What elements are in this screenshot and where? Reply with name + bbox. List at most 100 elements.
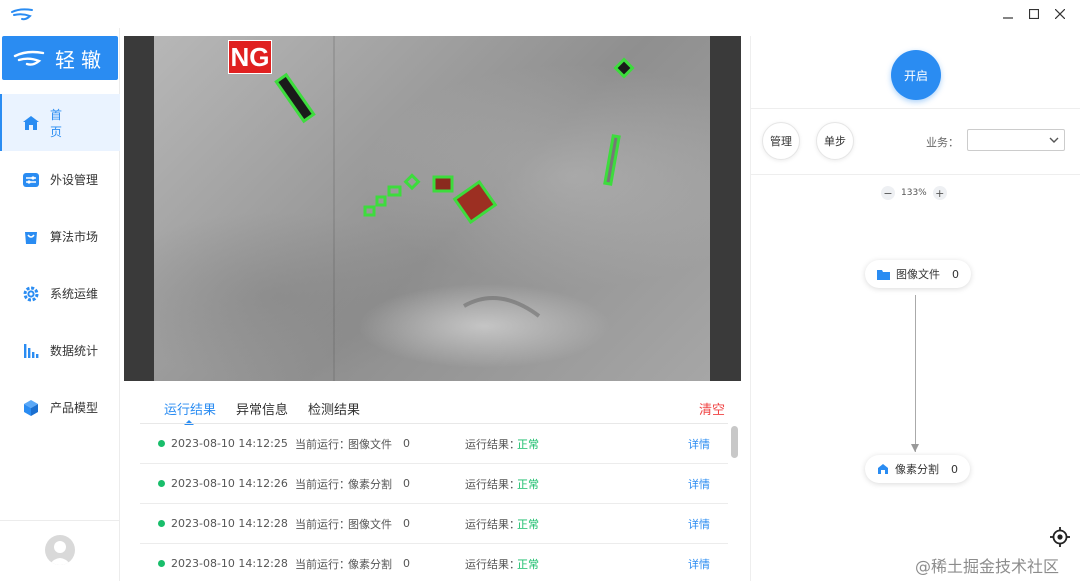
minimize-button[interactable]: [996, 4, 1020, 24]
node-count: 0: [952, 267, 959, 281]
folder-icon: [877, 269, 890, 280]
row-count: 0: [403, 557, 410, 570]
row-current-value: 像素分割: [348, 477, 392, 491]
flow-node-pixel-segmentation[interactable]: 像素分割 0: [865, 455, 970, 483]
gear-icon: [22, 285, 40, 303]
detail-link[interactable]: 详情: [688, 556, 710, 572]
business-select[interactable]: [967, 129, 1065, 151]
zoom-out-button[interactable]: −: [881, 186, 895, 200]
home-icon: [22, 114, 40, 132]
sidebar-item-algorithm-market[interactable]: 算法市场: [0, 208, 120, 265]
list-item: 2023-08-10 14:12:26 当前运行： 像素分割 0 运行结果： 正…: [140, 464, 728, 504]
row-current-value: 图像文件: [348, 437, 392, 451]
sidebar-item-statistics[interactable]: 数据统计: [0, 322, 120, 379]
results-list: 2023-08-10 14:12:25 当前运行： 图像文件 0 运行结果： 正…: [140, 424, 728, 581]
row-time: 2023-08-10 14:12:28: [171, 517, 288, 530]
manage-button[interactable]: 管理: [762, 122, 800, 160]
row-result-label: 运行结果：: [465, 437, 520, 451]
list-item: 2023-08-10 14:12:28 当前运行： 像素分割 0 运行结果： 正…: [140, 544, 728, 581]
list-item: 2023-08-10 14:12:25 当前运行： 图像文件 0 运行结果： 正…: [140, 424, 728, 464]
row-current-label: 当前运行：: [295, 477, 350, 491]
minimize-icon: [1003, 17, 1013, 19]
sidebar-item-label: 首 页: [50, 107, 81, 139]
sidebar-item-label: 系统运维: [50, 287, 99, 301]
row-result-value: 正常: [517, 517, 539, 531]
tab-run-results[interactable]: 运行结果: [164, 399, 216, 425]
row-time: 2023-08-10 14:12:25: [171, 437, 288, 450]
status-dot: [158, 520, 165, 527]
node-label: 图像文件: [896, 268, 940, 281]
status-dot: [158, 440, 165, 447]
maximize-icon: [1029, 9, 1039, 19]
row-result-label: 运行结果：: [465, 517, 520, 531]
detail-link[interactable]: 详情: [688, 476, 710, 492]
sidebar-item-label: 数据统计: [50, 344, 99, 358]
row-count: 0: [403, 437, 410, 450]
tab-detection-results[interactable]: 检测结果: [308, 399, 360, 418]
close-icon: [1055, 9, 1065, 19]
results-tabs: 运行结果 异常信息 检测结果: [164, 399, 380, 425]
clear-button[interactable]: 清空: [699, 399, 725, 418]
sidebar-nav: 首 页 外设管理 算法市场 系统运维 数据统计 产品模型: [0, 94, 120, 436]
row-result-value: 正常: [517, 437, 539, 451]
chevron-down-icon: [1049, 137, 1059, 143]
ng-badge: NG: [228, 40, 272, 74]
brand-logo: 轻辙: [2, 36, 118, 80]
row-result-value: 正常: [517, 477, 539, 491]
step-button[interactable]: 单步: [816, 122, 854, 160]
peripheral-icon: [22, 171, 40, 189]
image-viewer[interactable]: NG: [124, 36, 741, 381]
row-result-label: 运行结果：: [465, 477, 520, 491]
detail-link[interactable]: 详情: [688, 436, 710, 452]
user-icon: [49, 541, 71, 565]
sidebar-item-label: 产品模型: [50, 401, 99, 415]
segment-icon: [878, 464, 888, 474]
divider: [751, 108, 1080, 109]
sidebar-item-home[interactable]: 首 页: [0, 94, 120, 151]
row-current-value: 图像文件: [348, 517, 392, 531]
cube-icon: [22, 399, 40, 417]
app-logo-icon: [11, 8, 33, 21]
row-current-label: 当前运行：: [295, 557, 350, 571]
row-count: 0: [403, 477, 410, 490]
row-current-label: 当前运行：: [295, 517, 350, 531]
inspection-image: NG: [154, 36, 710, 381]
flow-node-image-file[interactable]: 图像文件 0: [865, 260, 971, 288]
title-bar: [0, 0, 1080, 28]
brand-icon: [13, 50, 45, 66]
node-label: 像素分割: [895, 463, 939, 476]
zoom-in-button[interactable]: +: [932, 186, 947, 200]
sidebar-item-peripherals[interactable]: 外设管理: [0, 151, 120, 208]
maximize-button[interactable]: [1022, 4, 1046, 24]
sidebar-footer: [0, 520, 120, 581]
row-count: 0: [403, 517, 410, 530]
flow-arrow-icon: [911, 444, 919, 452]
start-button[interactable]: 开启: [891, 50, 941, 100]
row-result-label: 运行结果：: [465, 557, 520, 571]
market-icon: [22, 228, 40, 246]
business-label: 业务：: [926, 136, 959, 149]
list-item: 2023-08-10 14:12:28 当前运行： 图像文件 0 运行结果： 正…: [140, 504, 728, 544]
node-count: 0: [951, 462, 958, 476]
sidebar-item-label: 外设管理: [50, 173, 99, 187]
locate-icon[interactable]: [1049, 526, 1071, 548]
row-time: 2023-08-10 14:12:28: [171, 557, 288, 570]
tab-exceptions[interactable]: 异常信息: [236, 399, 288, 418]
close-button[interactable]: [1048, 4, 1072, 24]
flow-edge: [915, 295, 916, 452]
status-dot: [158, 480, 165, 487]
divider: [751, 174, 1080, 175]
defect-overlay: [274, 36, 635, 381]
sidebar: 轻辙 首 页 外设管理 算法市场 系统运维 数据统计 产品模型: [0, 28, 120, 581]
row-current-value: 像素分割: [348, 557, 392, 571]
detail-link[interactable]: 详情: [688, 516, 710, 532]
avatar[interactable]: [45, 535, 75, 565]
results-scrollbar[interactable]: [731, 426, 738, 458]
sidebar-item-system-ops[interactable]: 系统运维: [0, 265, 120, 322]
row-current-label: 当前运行：: [295, 437, 350, 451]
flow-panel: 开启 管理 单步 业务： − 133% + 图像文件 0 像素分割 0: [750, 36, 1080, 581]
bar-chart-icon: [22, 342, 40, 360]
zoom-level: 133%: [901, 188, 927, 198]
watermark: @稀土掘金技术社区: [915, 557, 1060, 576]
sidebar-item-product-model[interactable]: 产品模型: [0, 379, 120, 436]
